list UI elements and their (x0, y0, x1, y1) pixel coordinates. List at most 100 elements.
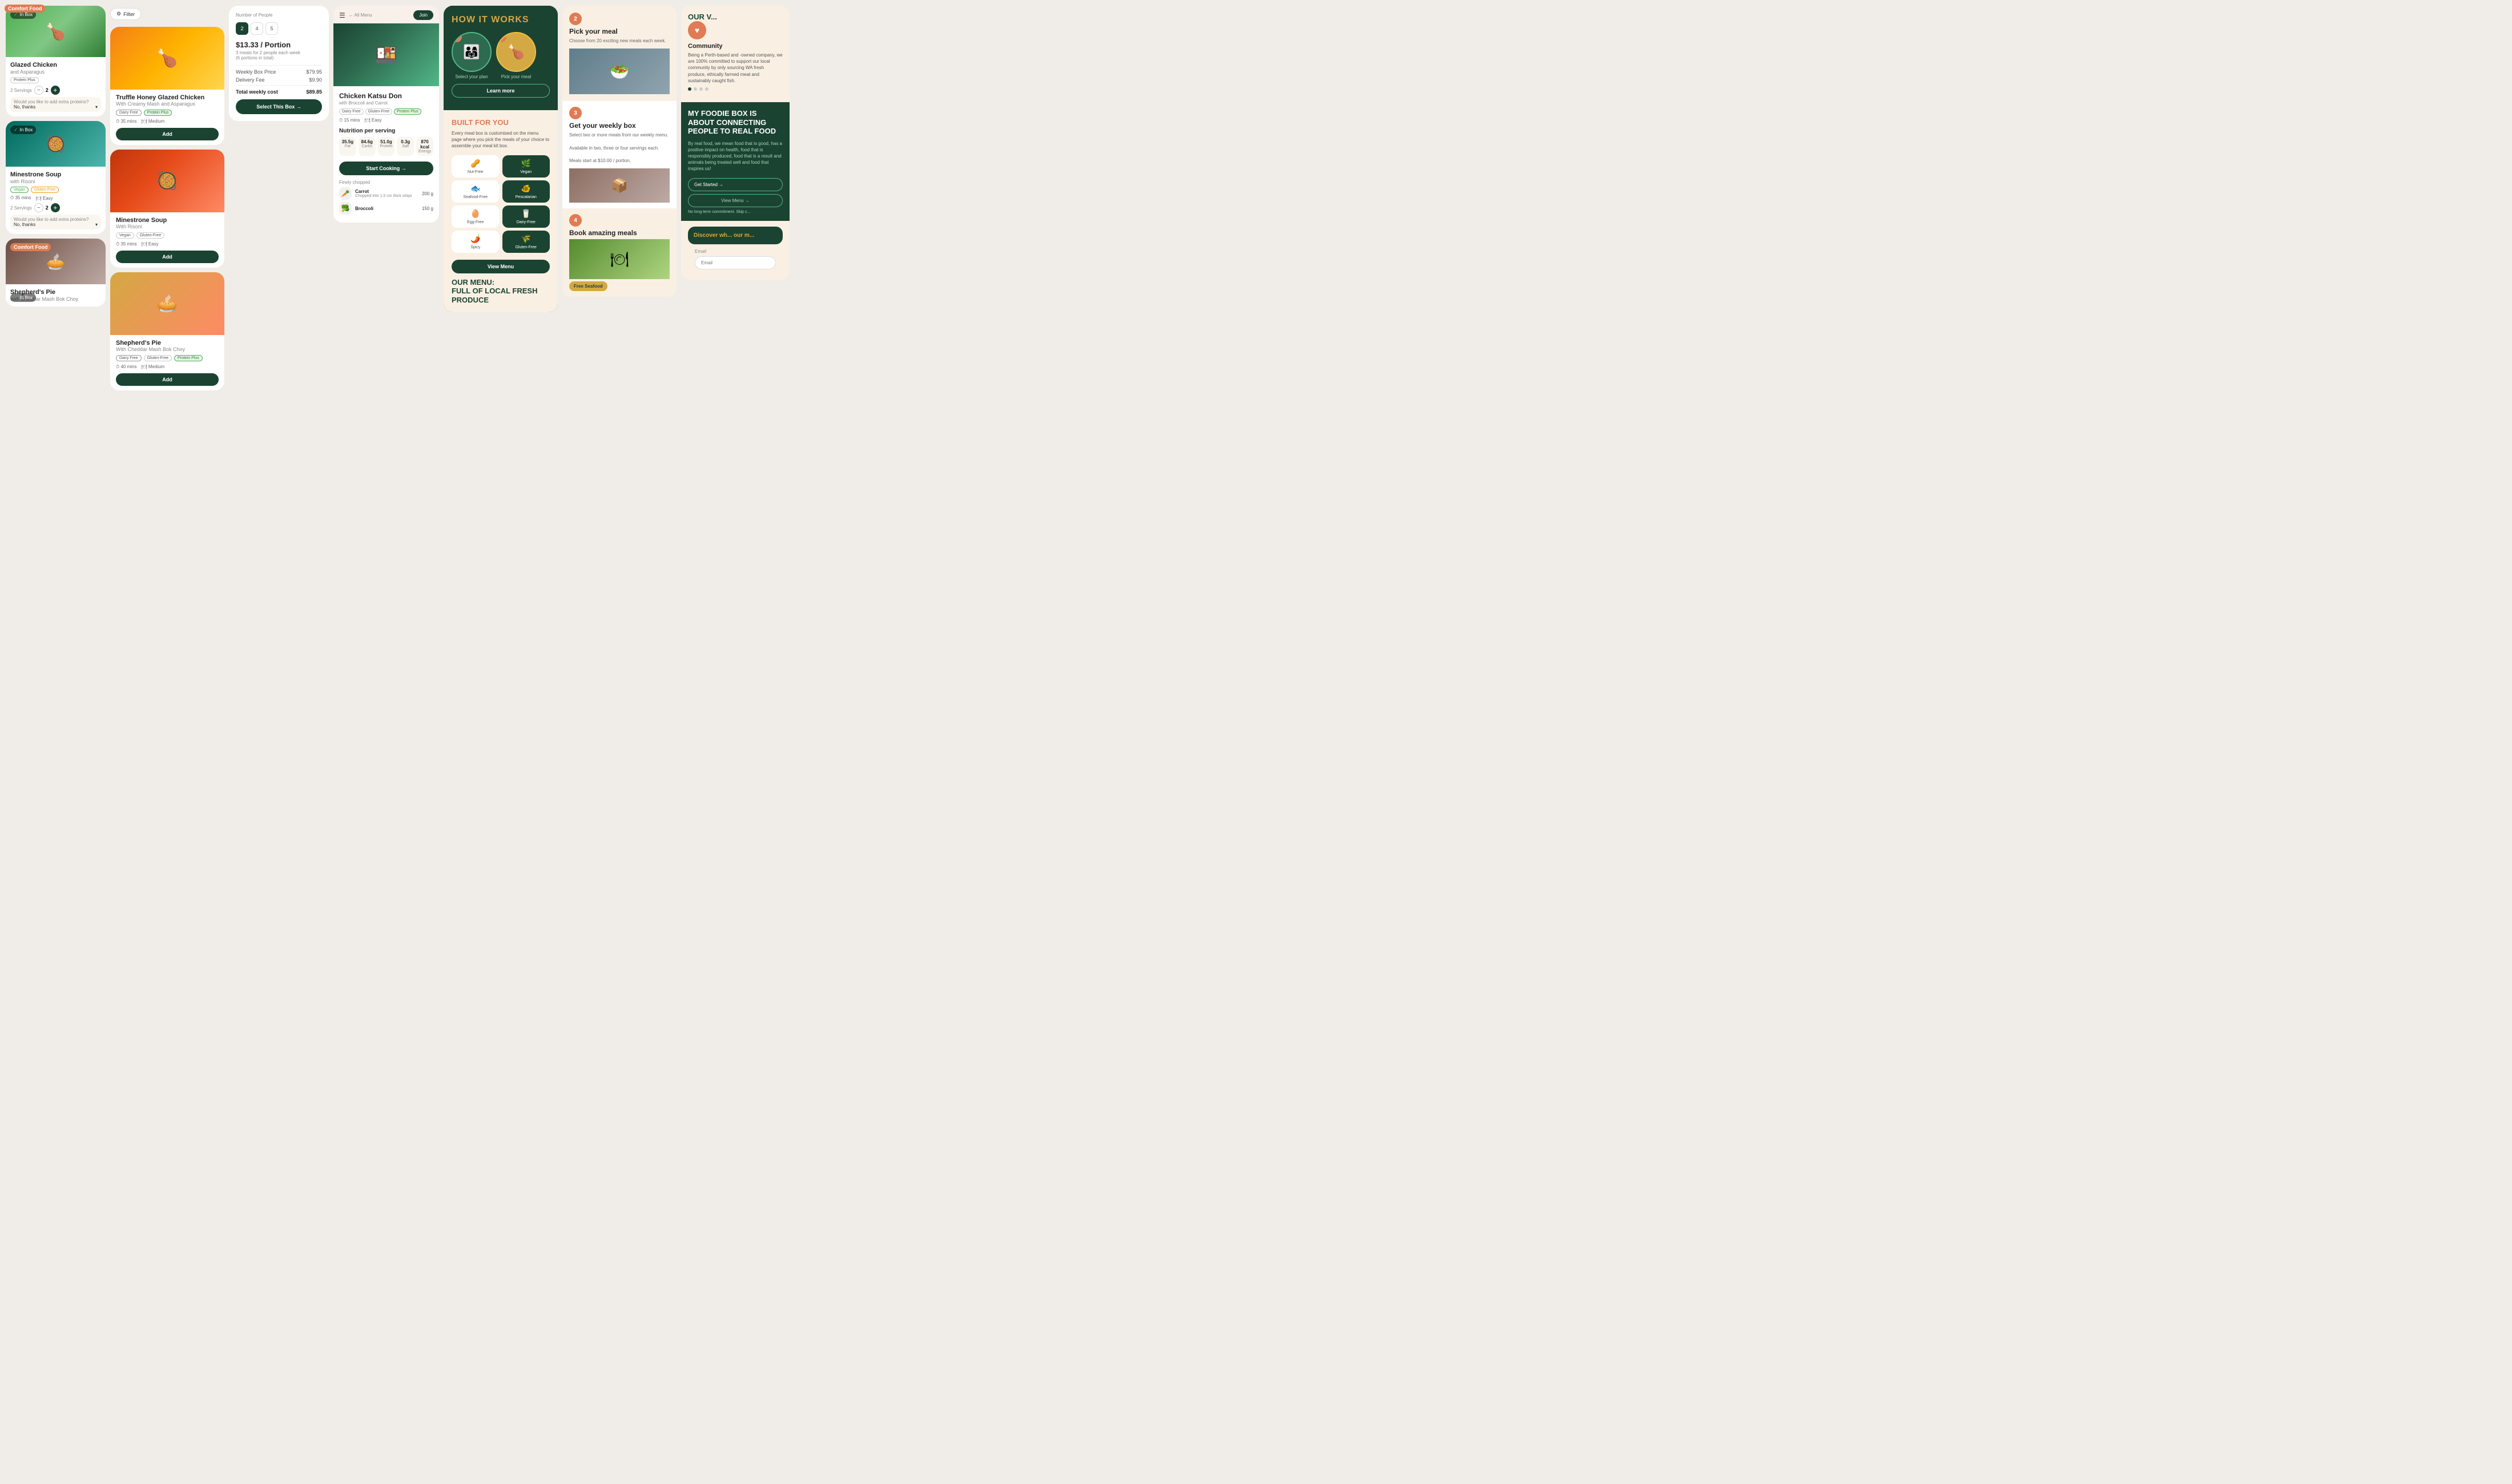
shepherds-tags: Dairy Free Gluten-Free Protein Plus (116, 355, 219, 361)
decrease-servings-btn-2[interactable]: − (34, 203, 43, 212)
filter-pescatarian[interactable]: 🐠 Pescatarian (502, 180, 550, 203)
step2-image: 2 🍗 (496, 32, 536, 72)
time-meta: ⏱ 35 mins (10, 195, 31, 201)
filter-nut-free[interactable]: 🥜 Nut-Free (452, 155, 500, 178)
increase-servings-btn-2[interactable]: + (51, 203, 60, 212)
get-started-button[interactable]: Get Started → (688, 178, 783, 191)
tag-vegan-2: Vegan (116, 232, 134, 239)
shepherds-sub: With Cheddar Mash Bok Choy (116, 346, 219, 352)
join-button[interactable]: Join (413, 10, 433, 20)
no-commitment-text: No long-term commitment. Skip c... (688, 210, 783, 214)
back-nav[interactable]: ← All Menu (349, 13, 372, 18)
price-line-delivery: Delivery Fee $9.90 (236, 77, 322, 83)
get-started-label: Get Started → (694, 182, 723, 187)
col7-bottom: Discover wh... our m... Email (681, 221, 790, 280)
carrot-desc: Chopped into 1.5 cm thick strips (355, 194, 418, 198)
view-menu-button-2[interactable]: View Menu → (688, 194, 783, 207)
recipe-meta: ⏱ 15 mins 🍽 Easy (339, 118, 433, 123)
gluten-icon: 🌾 (521, 234, 531, 244)
diff-icon: 🍽 Medium (141, 119, 164, 124)
hiw-step-2: 2 🍗 Pick your meal (496, 32, 536, 79)
num-opt-2[interactable]: 2 (236, 22, 248, 35)
nut-salt-label: Salt (398, 144, 412, 148)
servings-ctrl-minestrone[interactable]: − 2 + (34, 203, 60, 212)
decrease-servings-btn[interactable]: − (34, 86, 43, 95)
add-minestrone-btn[interactable]: Add (116, 251, 219, 263)
time-icon-3: ⏱ 40 mins (116, 364, 136, 370)
email-input[interactable] (695, 256, 776, 269)
minestrone-body: Minestrone Soup With Risoni Vegan Gluten… (110, 212, 224, 268)
nut-salt-val: 0.3g (398, 139, 412, 144)
filter-button[interactable]: ⚙ Filter (110, 8, 141, 20)
meal-card-glazed-chicken: 🍗 ✓ In Box Glazed Chicken and Asparagus … (6, 6, 106, 116)
community-title: Community (688, 43, 783, 50)
servings-ctrl-glazed[interactable]: − 2 + (34, 86, 60, 95)
dot-4[interactable] (705, 87, 708, 91)
tag-gf-2: Gluten-Free (136, 232, 164, 239)
dot-2[interactable] (694, 87, 697, 91)
filter-gluten-free[interactable]: 🌾 Gluten-Free (502, 231, 550, 253)
spicy-label: Spicy (470, 245, 480, 249)
minestrone-sub: With Risoni (116, 224, 219, 229)
ingredient-section-label: Finely chopped (339, 180, 433, 185)
minestrone-tags: Vegan Gluten-Free (116, 232, 219, 239)
truffle-chicken-sub: With Creamy Mash and Asparagus (116, 101, 219, 107)
add-shepherds-btn[interactable]: Add (116, 373, 219, 386)
hiw-top-section: HOW IT WORKS 1 👨‍👩‍👧 Select your plan 2 … (444, 6, 558, 110)
pick-meal-image: 🥗 (569, 49, 670, 94)
nut-protein-val: 51.0g (380, 139, 393, 144)
pescatarian-icon: 🐠 (521, 184, 531, 193)
tag-protein-plus: Protein Plus (10, 77, 39, 83)
protein-select[interactable]: No, thanks ▾ (14, 104, 98, 110)
diff-icon-2: 🍽 Easy (141, 241, 158, 247)
pricing-card: Number of People 2 4 5 $13.33 / Portion … (229, 6, 329, 121)
filter-vegan[interactable]: 🌿 Vegan (502, 155, 550, 178)
built-for-you-text: Every meal box is customised on the menu… (452, 130, 550, 150)
step1-num: 1 (452, 32, 462, 42)
diet-tags-minestrone: Vegan Gluten-Free (10, 187, 101, 193)
filter-egg-free[interactable]: 🥚 Egg-Free (452, 205, 500, 228)
vegan-icon: 🌿 (521, 159, 531, 168)
learn-more-button[interactable]: Learn more (452, 84, 550, 98)
carrot-name: Carrot (355, 189, 418, 194)
shepherds-name: Shepherd's Pie (116, 340, 219, 346)
meal-card-minestrone: 🥘 ✓ In Box Minestrone Soup with Risoni V… (6, 121, 106, 234)
filter-dairy-free[interactable]: 🥛 Dairy-Free (502, 205, 550, 228)
num-opt-4[interactable]: 4 (251, 22, 263, 35)
community-col7: OUR V... ♥ Community Being a Perth-based… (681, 6, 790, 280)
difficulty-meta: 🍽 Easy (35, 196, 53, 201)
time-icon: ⏱ 35 mins (116, 119, 136, 124)
recipe-header: ☰ ← All Menu Join (333, 6, 439, 23)
dot-3[interactable] (699, 87, 703, 91)
weekly-box-image: 📦 (569, 168, 670, 203)
dot-1[interactable] (688, 87, 691, 91)
main-container: 🍗 ✓ In Box Glazed Chicken and Asparagus … (0, 0, 799, 479)
increase-servings-btn[interactable]: + (51, 86, 60, 95)
divider-1 (236, 65, 322, 66)
filter-spicy[interactable]: 🌶️ Spicy (452, 231, 500, 253)
add-truffle-chicken-btn[interactable]: Add (116, 128, 219, 140)
tag-dairy-free-1: Dairy Free (116, 110, 142, 116)
our-values-section: OUR V... ♥ Community Being a Perth-based… (681, 6, 790, 102)
servings-row-minestrone: 2 Servings − 2 + (10, 203, 101, 212)
protein-select-2[interactable]: No, thanks ▾ (14, 222, 98, 227)
spicy-icon: 🌶️ (470, 234, 480, 244)
filter-seafood-free[interactable]: 🐟 Seafood-Free (452, 180, 500, 203)
hiw-step-1: 1 👨‍👩‍👧 Select your plan (452, 32, 492, 79)
menu-card-minestrone: 🥘 Minestrone Soup With Risoni Vegan Glut… (110, 150, 224, 268)
start-cooking-button[interactable]: Start Cooking → (339, 162, 433, 175)
view-menu-button[interactable]: View Menu (452, 260, 550, 273)
total-value: $89.85 (306, 89, 322, 95)
select-box-button[interactable]: Select This Box → (236, 99, 322, 114)
egg-icon: 🥚 (470, 209, 480, 219)
community-text: Being a Perth-based and -owned company, … (688, 52, 783, 84)
step2-circle: 2 (569, 13, 582, 25)
seafood-icon: 🐟 (470, 184, 480, 193)
num-opt-5[interactable]: 5 (265, 22, 278, 35)
recipe-tags: Dairy Free Gluten-Free Protein Plus (339, 108, 433, 115)
amazing-meals-image: 🍽 (569, 239, 670, 279)
inbox-badge-minestrone: ✓ In Box (10, 126, 36, 134)
truffle-chicken-image: 🍗 (110, 27, 224, 90)
delivery-label: Delivery Fee (236, 77, 265, 83)
hamburger-icon[interactable]: ☰ (339, 11, 345, 19)
